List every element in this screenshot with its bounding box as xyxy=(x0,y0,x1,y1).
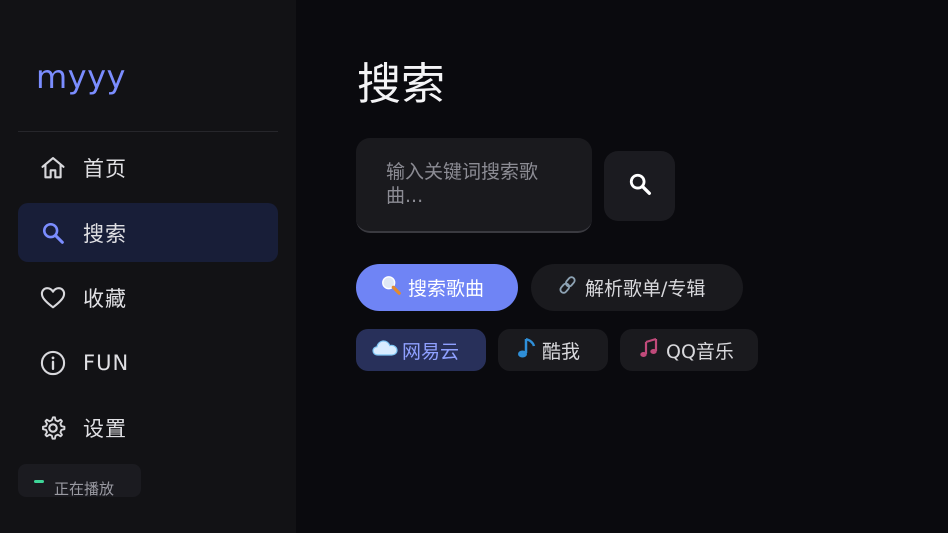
link-emoji-icon xyxy=(557,274,579,301)
sidebar-item-label: 设置 xyxy=(83,416,127,441)
music-notes-icon xyxy=(638,336,662,365)
sidebar-item-label: 搜索 xyxy=(83,221,127,246)
playing-indicator xyxy=(34,480,44,483)
mode-label: 解析歌单/专辑 xyxy=(585,278,706,300)
magnifier-emoji-icon xyxy=(380,274,402,301)
source-label: QQ音乐 xyxy=(666,340,734,363)
sidebar-item-label: 首页 xyxy=(83,156,127,181)
sidebar: myyy 首页 搜索 收藏 FUN 设置 正在播放 xyxy=(0,0,296,533)
source-label: 网易云 xyxy=(402,340,460,363)
main-content: 搜索 输入关键词搜索歌曲... 搜索歌曲 解析歌单/专辑 网易云 酷我 QQ音乐 xyxy=(296,0,948,533)
now-playing-status: 正在播放 xyxy=(54,480,115,497)
source-netease-button[interactable]: 网易云 xyxy=(356,329,486,371)
sidebar-item-settings[interactable]: 设置 xyxy=(18,398,278,457)
sidebar-item-label: 收藏 xyxy=(83,286,127,311)
sidebar-item-search[interactable]: 搜索 xyxy=(18,203,278,262)
sidebar-item-label: FUN xyxy=(83,350,130,375)
gear-icon xyxy=(39,414,67,442)
search-icon xyxy=(626,170,654,202)
sidebar-item-favorites[interactable]: 收藏 xyxy=(18,268,278,327)
mode-parse-playlist-button[interactable]: 解析歌单/专辑 xyxy=(531,264,743,311)
search-submit-button[interactable] xyxy=(604,151,675,221)
music-note-icon xyxy=(516,336,538,365)
sidebar-item-home[interactable]: 首页 xyxy=(18,138,278,197)
now-playing-mini[interactable]: 正在播放 xyxy=(18,464,141,497)
page-title: 搜索 xyxy=(357,59,445,110)
cloud-icon xyxy=(372,338,398,363)
mode-label: 搜索歌曲 xyxy=(408,278,485,300)
search-icon xyxy=(39,219,67,247)
info-icon xyxy=(39,349,67,377)
source-label: 酷我 xyxy=(542,340,581,363)
search-input[interactable]: 输入关键词搜索歌曲... xyxy=(356,138,592,233)
app-root: myyy 首页 搜索 收藏 FUN 设置 正在播放 搜索 输入关键词搜索歌曲..… xyxy=(0,0,948,533)
source-kuwo-button[interactable]: 酷我 xyxy=(498,329,608,371)
source-qq-music-button[interactable]: QQ音乐 xyxy=(620,329,758,371)
sidebar-item-fun[interactable]: FUN xyxy=(18,333,278,392)
search-placeholder: 输入关键词搜索歌曲... xyxy=(386,161,539,207)
heart-icon xyxy=(39,284,67,312)
home-icon xyxy=(39,154,67,182)
sidebar-nav: 首页 搜索 收藏 FUN 设置 xyxy=(18,138,278,463)
app-logo-text: myyy xyxy=(36,58,126,96)
mode-search-songs-button[interactable]: 搜索歌曲 xyxy=(356,264,518,311)
sidebar-divider xyxy=(18,131,278,132)
